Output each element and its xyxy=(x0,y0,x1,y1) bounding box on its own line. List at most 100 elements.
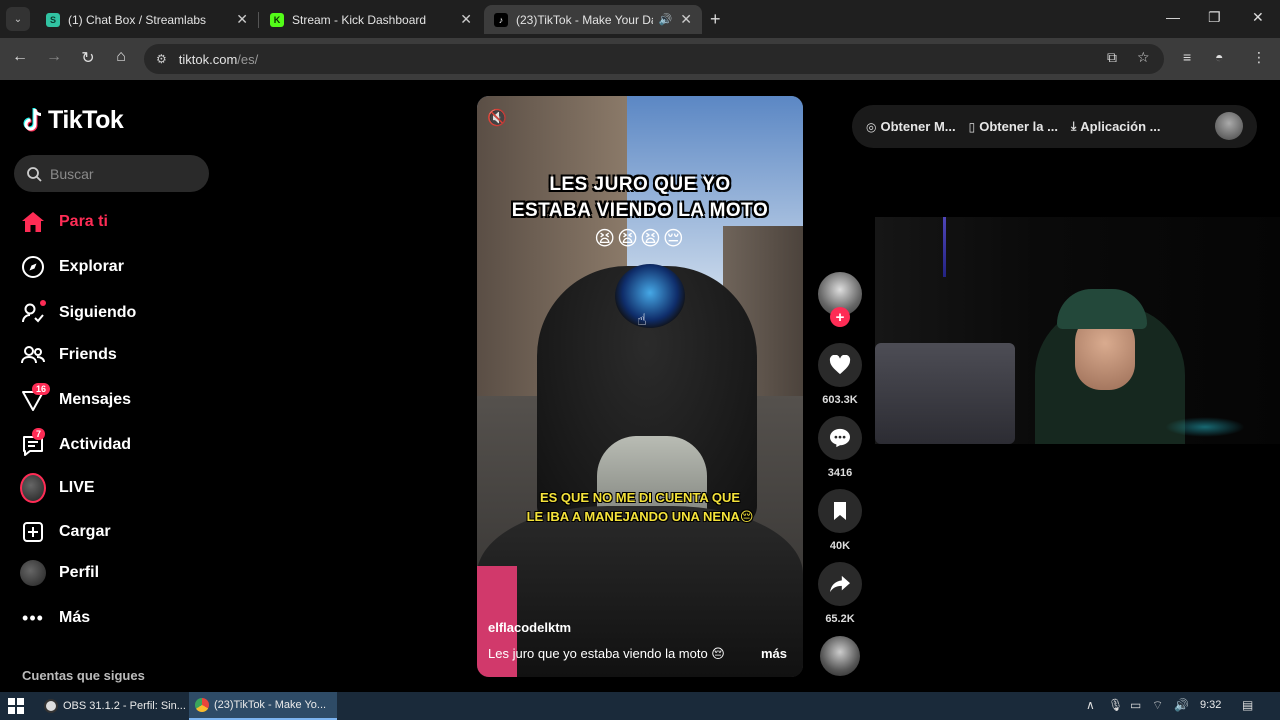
sidebar-item-perfil[interactable]: Perfil xyxy=(20,557,99,589)
video-caption-top: LES JURO QUE YO ESTABA VIENDO LA MOTO xyxy=(511,174,769,221)
sidebar-item-label: Explorar xyxy=(59,258,124,275)
desktop-app-button[interactable]: ⤓ Aplicación ... xyxy=(1071,119,1161,134)
live-icon xyxy=(20,473,46,503)
sidebar-item-mas[interactable]: ••• Más xyxy=(20,602,90,634)
close-icon[interactable]: ✕ xyxy=(460,11,472,28)
volume-icon[interactable]: 🔊 xyxy=(1174,698,1189,712)
back-arrow-icon[interactable]: ← xyxy=(9,48,31,66)
browser-tab-bar: ⌄ S (1) Chat Box / Streamlabs ✕ K Stream… xyxy=(0,0,1280,38)
taskbar-app-obs[interactable]: OBS 31.1.2 - Perfil: Sin... xyxy=(38,692,186,720)
windows-taskbar: OBS 31.1.2 - Perfil: Sin... (23)TikTok -… xyxy=(0,692,1280,720)
webcam-scene xyxy=(1165,417,1245,437)
sidebar-item-label: Siguiendo xyxy=(59,304,137,321)
follow-plus-icon[interactable]: + xyxy=(830,307,850,327)
video-caption-bottom: ES QUE NO ME DI CUENTA QUE LE IBA A MANE… xyxy=(526,490,754,524)
comment-button[interactable] xyxy=(818,416,862,460)
save-button[interactable] xyxy=(818,489,862,533)
messages-badge: 16 xyxy=(32,383,51,395)
sidebar-item-cargar[interactable]: Cargar xyxy=(20,516,111,548)
save-count: 40K xyxy=(829,540,851,552)
video-player[interactable]: 🔇 LES JURO QUE YO ESTABA VIENDO LA MOTO … xyxy=(477,96,803,677)
sidebar-item-explorar[interactable]: Explorar xyxy=(20,251,124,283)
like-button[interactable] xyxy=(818,343,862,387)
minimize-icon[interactable]: — xyxy=(1166,9,1180,25)
webcam-overlay xyxy=(875,217,1280,444)
new-tab-plus-icon[interactable]: + xyxy=(710,9,721,30)
notifications-icon[interactable]: ▤ xyxy=(1242,698,1253,712)
sidebar-item-live[interactable]: LIVE xyxy=(20,472,95,504)
upload-icon xyxy=(20,519,46,545)
bookmark-star-icon[interactable]: ☆ xyxy=(1137,49,1150,66)
forward-arrow-icon[interactable]: → xyxy=(43,48,65,66)
sidebar-item-para-ti[interactable]: Para ti xyxy=(20,206,108,238)
search-box[interactable] xyxy=(14,155,209,192)
microphone-icon[interactable]: 🎙 xyxy=(1108,698,1123,712)
tab-streamlabs[interactable]: S (1) Chat Box / Streamlabs ✕ xyxy=(36,5,258,34)
top-actions-bar: ◎ Obtener M... ▯ Obtener la ... ⤓ Aplica… xyxy=(852,105,1257,148)
reload-icon[interactable]: ↻ xyxy=(77,48,99,68)
media-control-icon[interactable]: ≡ xyxy=(1183,49,1191,65)
tab-tiktok[interactable]: ♪ (23)TikTok - Make Your Day 🔊 ✕ xyxy=(484,5,702,34)
mute-icon[interactable]: 🔇 xyxy=(487,108,507,128)
install-app-icon[interactable]: ⧉ xyxy=(1107,49,1117,66)
profile-icon xyxy=(20,560,46,586)
tab-kick-dashboard[interactable]: K Stream - Kick Dashboard ✕ xyxy=(260,5,482,34)
sidebar-item-mensajes[interactable]: 16 Mensajes xyxy=(20,383,131,416)
webcam-scene xyxy=(943,217,946,277)
wifi-icon[interactable]: ⌔ xyxy=(1152,698,1163,713)
taskbar-app-chrome[interactable]: (23)TikTok - Make Yo... xyxy=(189,692,337,720)
windows-start-icon[interactable] xyxy=(8,698,24,714)
sidebar-item-label: Friends xyxy=(59,346,117,363)
mouse-cursor-icon: ☝ xyxy=(637,312,647,329)
battery-icon[interactable]: ▭ xyxy=(1130,698,1141,712)
address-bar[interactable]: ⚙ tiktok.com/es/ xyxy=(144,44,1164,74)
sidebar-item-actividad[interactable]: 7 Actividad xyxy=(20,428,132,461)
browser-menu-icon[interactable]: ⋮ xyxy=(1252,49,1266,66)
share-icon xyxy=(830,575,850,593)
search-input[interactable] xyxy=(50,165,190,182)
user-avatar[interactable] xyxy=(1215,112,1243,140)
window-close-icon[interactable]: ✕ xyxy=(1252,9,1264,26)
notification-dot xyxy=(40,300,46,306)
sidebar-item-siguiendo[interactable]: Siguiendo xyxy=(20,297,136,329)
more-button[interactable]: más xyxy=(761,646,787,661)
close-icon[interactable]: ✕ xyxy=(236,11,248,28)
speaker-icon[interactable]: 🔊 xyxy=(659,13,673,26)
search-icon xyxy=(27,166,42,182)
sidebar-item-label: Más xyxy=(59,609,91,626)
site-info-icon[interactable]: ⚙ xyxy=(156,52,167,66)
chrome-icon xyxy=(195,698,209,712)
webcam-scene xyxy=(1057,289,1147,329)
video-scene xyxy=(615,264,685,328)
streamlabs-favicon-icon: S xyxy=(46,12,60,27)
tiktok-note-icon xyxy=(23,107,42,131)
sidebar-item-friends[interactable]: Friends xyxy=(20,339,117,371)
activity-badge: 7 xyxy=(32,428,46,440)
home-icon[interactable]: ⌂ xyxy=(110,48,132,66)
tab-label: (1) Chat Box / Streamlabs xyxy=(68,12,207,27)
tiktok-logo[interactable]: TikTok xyxy=(22,106,124,135)
activity-icon: 7 xyxy=(20,428,46,458)
bookmark-icon xyxy=(834,502,846,520)
coin-icon: ◎ xyxy=(866,119,877,134)
sound-disc-avatar[interactable] xyxy=(820,636,860,676)
messages-icon: 16 xyxy=(20,383,51,413)
get-app-button[interactable]: ▯ Obtener la ... xyxy=(969,119,1058,134)
tab-search-button[interactable]: ⌄ xyxy=(6,7,30,31)
share-button[interactable] xyxy=(818,562,862,606)
maximize-icon[interactable]: ❐ xyxy=(1208,9,1221,26)
compass-icon xyxy=(20,254,46,280)
tab-separator xyxy=(258,12,259,28)
browser-toolbar: ← → ↻ ⌂ ⚙ tiktok.com/es/ ⧉ ☆ ≡ ◓ ⋮ xyxy=(0,38,1280,80)
kick-favicon-icon: K xyxy=(270,12,284,27)
taskbar-clock[interactable]: 9:32 xyxy=(1200,699,1221,711)
phone-icon: ▯ xyxy=(968,119,976,134)
video-author[interactable]: elflacodelktm xyxy=(488,620,571,635)
sidebar-item-label: Actividad xyxy=(59,436,132,453)
tray-chevron-icon[interactable]: ∧ xyxy=(1086,698,1095,712)
url-text: tiktok.com/es/ xyxy=(178,51,259,67)
get-coins-button[interactable]: ◎ Obtener M... xyxy=(866,119,956,134)
like-count: 603.3K xyxy=(822,394,858,406)
close-icon[interactable]: ✕ xyxy=(680,11,692,28)
profile-avatar-icon[interactable]: ◓ xyxy=(1215,49,1223,65)
